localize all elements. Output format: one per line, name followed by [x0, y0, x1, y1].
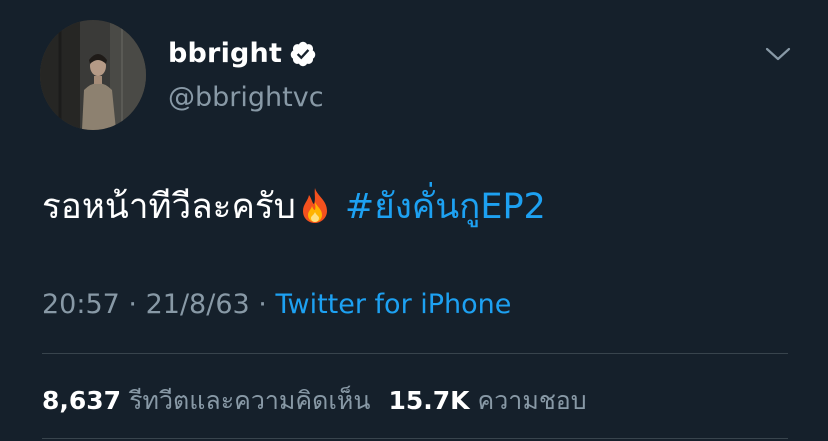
- hashtag-link[interactable]: #ยังคั่นกูEP2: [345, 187, 546, 227]
- tweet-text: รอหน้าทีวีละครับ #ยังคั่นกูEP2: [42, 183, 546, 231]
- chevron-down-icon[interactable]: [764, 44, 792, 64]
- tweet-source-link[interactable]: Twitter for iPhone: [275, 289, 511, 320]
- tweet-stats: 8,637 รีทวีตและความคิดเห็น 15.7K ความชอบ: [42, 381, 587, 421]
- tweet-body-text: รอหน้าทีวีละครับ: [42, 187, 296, 227]
- divider: [42, 438, 788, 439]
- meta-separator: ·: [128, 289, 137, 320]
- avatar[interactable]: [40, 20, 146, 130]
- meta-separator: ·: [258, 289, 267, 320]
- divider: [42, 353, 788, 354]
- retweets-stat[interactable]: 8,637 รีทวีตและความคิดเห็น: [42, 386, 370, 415]
- retweets-count: 8,637: [42, 386, 122, 415]
- verified-badge-icon: [289, 40, 317, 68]
- author-name-row[interactable]: bbright: [168, 38, 317, 69]
- likes-label: ความชอบ: [477, 386, 587, 415]
- author-handle[interactable]: @bbrightvc: [168, 82, 324, 113]
- tweet-meta: 20:57 · 21/8/63 · Twitter for iPhone: [42, 289, 511, 320]
- likes-count: 15.7K: [388, 386, 470, 415]
- tweet-date[interactable]: 21/8/63: [146, 289, 250, 320]
- retweets-label: รีทวีตและความคิดเห็น: [129, 386, 371, 415]
- display-name[interactable]: bbright: [168, 38, 282, 69]
- likes-stat[interactable]: 15.7K ความชอบ: [388, 386, 586, 415]
- fire-emoji: [297, 186, 333, 224]
- tweet-time[interactable]: 20:57: [42, 289, 120, 320]
